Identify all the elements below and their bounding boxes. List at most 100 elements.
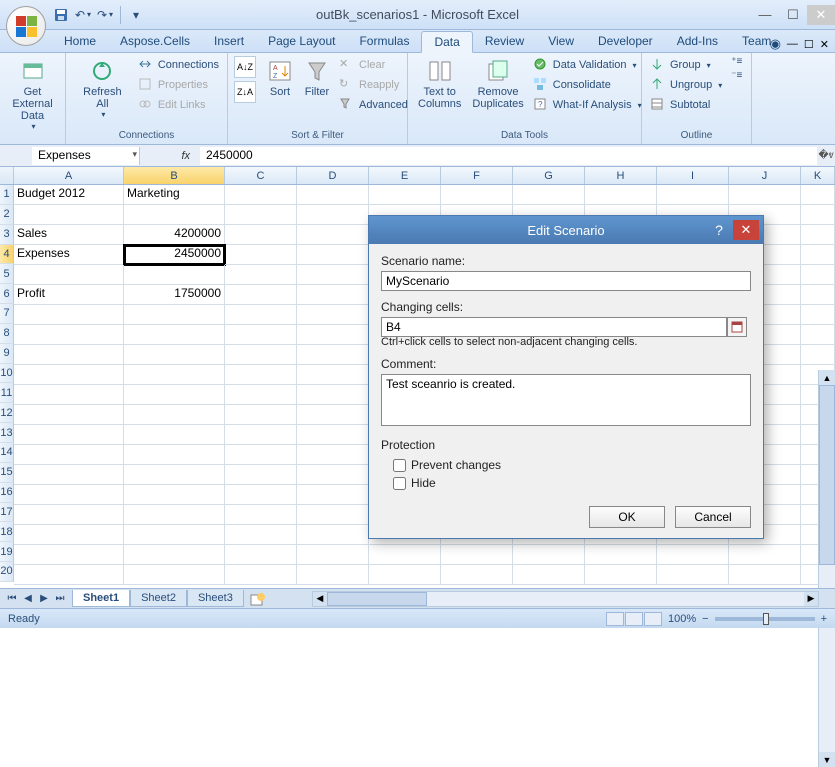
cell[interactable] bbox=[14, 525, 124, 545]
cell[interactable] bbox=[297, 425, 369, 445]
cell[interactable] bbox=[657, 545, 729, 565]
cell[interactable] bbox=[14, 305, 124, 325]
scroll-down-icon[interactable]: ▼ bbox=[819, 752, 835, 767]
cell[interactable] bbox=[801, 305, 835, 325]
cell[interactable] bbox=[14, 485, 124, 505]
maximize-button[interactable]: ☐ bbox=[779, 5, 807, 25]
page-break-view-button[interactable] bbox=[644, 612, 662, 626]
row-header[interactable]: 11 bbox=[0, 383, 14, 403]
scroll-right-icon[interactable]: ▶ bbox=[804, 592, 818, 606]
cell[interactable] bbox=[297, 325, 369, 345]
row-header[interactable]: 14 bbox=[0, 443, 14, 463]
cell[interactable] bbox=[297, 305, 369, 325]
cell[interactable] bbox=[297, 525, 369, 545]
cell[interactable] bbox=[297, 205, 369, 225]
zoom-level[interactable]: 100% bbox=[668, 613, 696, 625]
zoom-out-button[interactable]: − bbox=[702, 613, 708, 625]
cell[interactable] bbox=[729, 185, 801, 205]
remove-duplicates-button[interactable]: Remove Duplicates bbox=[468, 56, 527, 112]
tab-asposecells[interactable]: Aspose.Cells bbox=[108, 31, 202, 52]
cell[interactable] bbox=[801, 245, 835, 265]
column-header[interactable]: H bbox=[585, 167, 657, 184]
cell[interactable] bbox=[225, 505, 297, 525]
cell[interactable] bbox=[124, 385, 225, 405]
prevent-changes-checkbox[interactable]: Prevent changes bbox=[393, 458, 751, 472]
cell[interactable] bbox=[225, 365, 297, 385]
refresh-all-button[interactable]: Refresh All▾ bbox=[72, 56, 133, 121]
cell[interactable] bbox=[124, 305, 225, 325]
cell[interactable] bbox=[225, 525, 297, 545]
tab-developer[interactable]: Developer bbox=[586, 31, 665, 52]
row-header[interactable]: 8 bbox=[0, 324, 14, 344]
what-if-analysis-button[interactable]: ?What-If Analysis▾ bbox=[531, 96, 644, 114]
ok-button[interactable]: OK bbox=[589, 506, 665, 528]
column-header[interactable]: I bbox=[657, 167, 729, 184]
subtotal-button[interactable]: Subtotal bbox=[648, 96, 724, 114]
cell[interactable] bbox=[14, 425, 124, 445]
cell[interactable]: 2450000 bbox=[124, 245, 225, 265]
scroll-up-icon[interactable]: ▲ bbox=[819, 370, 835, 385]
row-header[interactable]: 20 bbox=[0, 562, 14, 582]
column-header[interactable]: E bbox=[369, 167, 441, 184]
column-header[interactable]: J bbox=[729, 167, 801, 184]
cell[interactable] bbox=[369, 565, 441, 585]
cell[interactable] bbox=[297, 545, 369, 565]
row-header[interactable]: 4 bbox=[0, 245, 14, 265]
row-header[interactable]: 5 bbox=[0, 264, 14, 284]
cell[interactable]: Sales bbox=[14, 225, 124, 245]
zoom-in-button[interactable]: + bbox=[821, 613, 827, 625]
cell[interactable] bbox=[225, 205, 297, 225]
cell[interactable] bbox=[14, 345, 124, 365]
cell[interactable] bbox=[801, 185, 835, 205]
consolidate-button[interactable]: Consolidate bbox=[531, 76, 644, 94]
column-header[interactable]: F bbox=[441, 167, 513, 184]
undo-icon[interactable]: ↶▾ bbox=[74, 6, 92, 24]
cell[interactable] bbox=[14, 545, 124, 565]
cell[interactable] bbox=[225, 285, 297, 305]
cell[interactable] bbox=[801, 345, 835, 365]
dialog-titlebar[interactable]: Edit Scenario ? ✕ bbox=[369, 216, 763, 244]
tab-addins[interactable]: Add-Ins bbox=[665, 31, 730, 52]
cell[interactable]: 1750000 bbox=[124, 285, 225, 305]
cell[interactable] bbox=[225, 405, 297, 425]
row-header[interactable]: 18 bbox=[0, 522, 14, 542]
cell[interactable] bbox=[297, 565, 369, 585]
cell[interactable] bbox=[124, 325, 225, 345]
range-picker-button[interactable] bbox=[727, 317, 747, 337]
cell[interactable] bbox=[225, 305, 297, 325]
fx-button[interactable]: fx bbox=[175, 150, 196, 162]
hide-detail-button[interactable]: ⁻≡ bbox=[731, 70, 742, 81]
expand-formula-icon[interactable]: �ⱴ bbox=[817, 150, 835, 161]
cell[interactable] bbox=[225, 345, 297, 365]
changing-cells-input[interactable] bbox=[381, 317, 727, 337]
cell[interactable] bbox=[801, 285, 835, 305]
cell[interactable] bbox=[225, 385, 297, 405]
cell[interactable]: Marketing bbox=[124, 185, 225, 205]
cell[interactable] bbox=[297, 285, 369, 305]
row-header[interactable]: 19 bbox=[0, 542, 14, 562]
column-header[interactable]: G bbox=[513, 167, 585, 184]
scroll-thumb[interactable] bbox=[819, 385, 835, 565]
group-button[interactable]: Group▾ bbox=[648, 56, 724, 74]
cell[interactable] bbox=[14, 385, 124, 405]
row-header[interactable]: 7 bbox=[0, 304, 14, 324]
clear-filter-button[interactable]: ✕Clear bbox=[337, 56, 410, 74]
row-header[interactable]: 10 bbox=[0, 364, 14, 384]
vertical-scrollbar[interactable]: ▲ ▼ bbox=[818, 370, 835, 767]
row-header[interactable]: 12 bbox=[0, 403, 14, 423]
row-header[interactable]: 1 bbox=[0, 185, 14, 205]
cell[interactable] bbox=[297, 265, 369, 285]
dialog-close-button[interactable]: ✕ bbox=[733, 220, 759, 240]
sheet-tab[interactable]: Sheet1 bbox=[72, 590, 130, 607]
cell[interactable] bbox=[124, 365, 225, 385]
save-icon[interactable] bbox=[52, 6, 70, 24]
data-validation-button[interactable]: Data Validation▾ bbox=[531, 56, 644, 74]
scroll-left-icon[interactable]: ◀ bbox=[313, 592, 327, 606]
cell[interactable] bbox=[513, 545, 585, 565]
cell[interactable] bbox=[124, 485, 225, 505]
cell[interactable] bbox=[801, 225, 835, 245]
row-header[interactable]: 6 bbox=[0, 284, 14, 304]
cancel-button[interactable]: Cancel bbox=[675, 506, 751, 528]
cell[interactable] bbox=[729, 545, 801, 565]
dialog-help-button[interactable]: ? bbox=[707, 222, 731, 238]
